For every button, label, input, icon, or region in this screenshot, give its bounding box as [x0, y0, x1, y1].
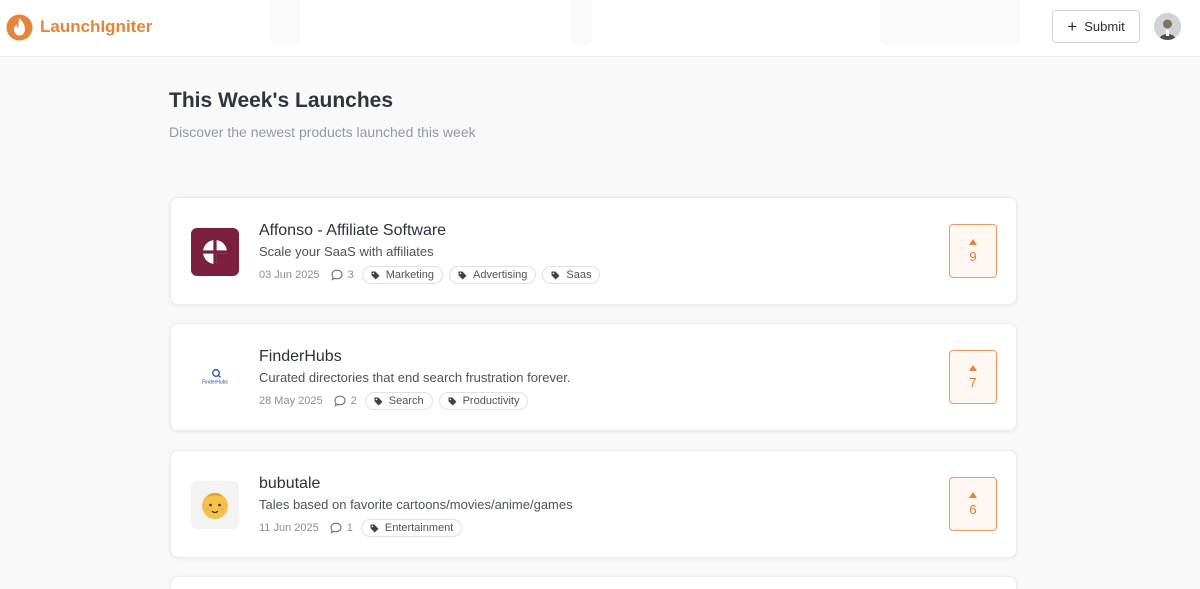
comment-count-value: 1 [346, 522, 353, 534]
tag-chip[interactable]: Entertainment [360, 519, 463, 537]
comment-icon [330, 269, 343, 281]
comment-count-value: 3 [347, 269, 354, 281]
faded-header-decoration [270, 0, 300, 46]
tag-label: Entertainment [384, 522, 454, 534]
upvote-button[interactable]: 7 [949, 350, 997, 404]
user-avatar[interactable] [1154, 13, 1181, 40]
tag-chip[interactable]: Saas [542, 266, 601, 284]
comment-count[interactable]: 3 [330, 269, 354, 281]
tag-chip[interactable]: Marketing [361, 266, 443, 284]
product-card[interactable]: FinderHubs FinderHubs Curated directorie… [170, 323, 1017, 431]
upvote-count: 7 [969, 374, 977, 390]
baby-face-logo-icon [191, 481, 239, 529]
plus-icon: + [1067, 17, 1078, 36]
upvote-count: 9 [969, 248, 977, 264]
tag-chip[interactable]: Search [364, 392, 433, 410]
comment-icon [333, 395, 346, 407]
upvote-count: 6 [969, 501, 977, 517]
faded-header-decoration [880, 0, 1020, 46]
tag-label: Saas [566, 269, 592, 281]
finderhubs-logo-text: FinderHubs [202, 380, 228, 386]
upvote-arrow-icon [969, 238, 977, 245]
product-card[interactable]: bubutale Tales based on favorite cartoon… [170, 450, 1017, 558]
upvote-button[interactable]: 9 [949, 224, 997, 278]
upvote-arrow-icon [969, 364, 977, 371]
upvote-button[interactable]: 6 [949, 477, 997, 531]
flame-logo-icon [6, 14, 33, 41]
tag-icon [458, 271, 467, 279]
tag-icon [374, 397, 383, 405]
user-avatar-icon [1154, 13, 1181, 40]
comment-count[interactable]: 1 [330, 522, 353, 534]
tag-chip[interactable]: Advertising [448, 266, 537, 284]
top-navigation-bar: LaunchIgniter + Submit [0, 0, 1200, 57]
brand-logo-link[interactable]: LaunchIgniter [6, 12, 152, 41]
product-name[interactable]: Affonso - Affiliate Software [259, 222, 446, 240]
tag-icon [448, 397, 457, 405]
finderhubs-logo-icon: FinderHubs [191, 354, 239, 402]
product-tagline: Scale your SaaS with affiliates [259, 244, 434, 259]
tag-icon [370, 524, 379, 532]
tag-label: Productivity [462, 395, 520, 407]
faded-header-decoration [570, 0, 592, 46]
comment-count-value: 2 [350, 395, 357, 407]
comment-icon [330, 522, 342, 534]
brand-name: LaunchIgniter [40, 16, 153, 36]
product-meta: 03 Jun 2025 3 Marketing Advertising Saas [259, 266, 606, 284]
product-tagline: Curated directories that end search frus… [259, 370, 571, 385]
page-subtitle: Discover the newest products launched th… [169, 124, 476, 140]
product-card[interactable] [170, 576, 1017, 589]
tag-label: Search [388, 395, 424, 407]
launch-date: 03 Jun 2025 [259, 269, 320, 281]
product-name[interactable]: bubutale [259, 475, 320, 493]
tag-chip[interactable]: Productivity [438, 392, 529, 410]
submit-button[interactable]: + Submit [1052, 10, 1140, 43]
product-name[interactable]: FinderHubs [259, 348, 342, 366]
product-card[interactable]: Affonso - Affiliate Software Scale your … [170, 197, 1017, 305]
tag-label: Advertising [472, 269, 528, 281]
tag-icon [371, 271, 380, 279]
launch-date: 28 May 2025 [259, 395, 323, 407]
upvote-arrow-icon [969, 491, 977, 498]
affonso-logo-icon [191, 228, 239, 276]
submit-label: Submit [1084, 19, 1125, 34]
tag-icon [551, 271, 560, 279]
tag-label: Marketing [385, 269, 434, 281]
launch-date: 11 Jun 2025 [259, 522, 319, 534]
comment-count[interactable]: 2 [333, 395, 357, 407]
product-meta: 28 May 2025 2 Search Productivity [259, 392, 534, 410]
product-tagline: Tales based on favorite cartoons/movies/… [259, 497, 573, 512]
product-meta: 11 Jun 2025 1 Entertainment [259, 519, 468, 537]
page-title: This Week's Launches [169, 89, 394, 112]
